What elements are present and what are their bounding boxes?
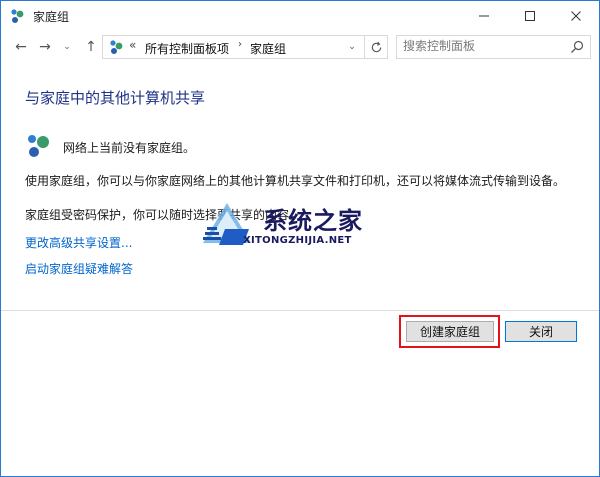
close-button[interactable]: 关闭 xyxy=(505,321,577,342)
create-homegroup-button[interactable]: 创建家庭组 xyxy=(406,321,494,342)
breadcrumb-homegroup[interactable]: 家庭组 xyxy=(250,40,286,57)
search-input[interactable] xyxy=(403,38,563,54)
title-bar: 家庭组 xyxy=(1,1,599,31)
breadcrumb-all-control-panel-items[interactable]: 所有控制面板项 xyxy=(145,40,229,57)
watermark-domain-text: XITONGZHIJIA.NET xyxy=(243,235,352,246)
minimize-button[interactable] xyxy=(461,1,507,31)
recent-locations-button[interactable]: ⌄ xyxy=(57,37,77,57)
minimize-icon xyxy=(479,15,489,17)
address-dropdown-button[interactable]: ⌄ xyxy=(343,36,361,58)
up-arrow-icon: ↑ xyxy=(85,39,97,55)
up-button[interactable]: ↑ xyxy=(81,37,101,57)
refresh-icon xyxy=(371,41,381,52)
search-icon[interactable] xyxy=(569,39,585,55)
site-watermark-logo: 系统之家 XITONGZHIJIA.NET xyxy=(197,197,393,257)
homegroup-icon xyxy=(110,40,123,54)
close-window-button[interactable] xyxy=(553,1,599,31)
window-title: 家庭组 xyxy=(33,10,70,24)
refresh-button[interactable] xyxy=(364,36,387,58)
navigation-bar: ← → ⌄ ↑ « 所有控制面板项 › 家庭组 ⌄ xyxy=(1,31,599,63)
close-icon xyxy=(571,11,581,21)
homegroup-status-icon xyxy=(28,135,49,157)
chevron-down-icon: ⌄ xyxy=(348,42,356,52)
breadcrumb-separator-icon[interactable]: › xyxy=(238,39,242,50)
chevron-down-icon: ⌄ xyxy=(63,42,71,52)
footer-divider xyxy=(1,310,599,311)
homegroup-icon xyxy=(11,9,24,23)
breadcrumb-overflow[interactable]: « xyxy=(129,38,136,52)
forward-arrow-icon: → xyxy=(39,39,51,55)
back-button[interactable]: ← xyxy=(11,37,31,57)
description-sharing: 使用家庭组，你可以与你家庭网络上的其他计算机共享文件和打印机，还可以将媒体流式传… xyxy=(25,174,566,188)
maximize-icon xyxy=(525,11,535,21)
maximize-button[interactable] xyxy=(507,1,553,31)
change-advanced-sharing-link[interactable]: 更改高级共享设置... xyxy=(25,234,132,251)
homegroup-status-text: 网络上当前没有家庭组。 xyxy=(63,141,196,155)
homegroup-troubleshooter-link[interactable]: 启动家庭组疑难解答 xyxy=(25,260,133,277)
watermark-chinese-text: 系统之家 xyxy=(263,206,363,235)
search-box[interactable] xyxy=(396,35,591,59)
page-title: 与家庭中的其他计算机共享 xyxy=(25,89,206,107)
homegroup-window: 家庭组 ← → ⌄ ↑ « 所有控制面板项 › 家庭组 ⌄ 搜索控制面板 与家庭… xyxy=(0,0,600,477)
address-bar[interactable]: « 所有控制面板项 › 家庭组 ⌄ xyxy=(102,35,388,59)
forward-button[interactable]: → xyxy=(35,37,55,57)
back-arrow-icon: ← xyxy=(15,39,27,55)
